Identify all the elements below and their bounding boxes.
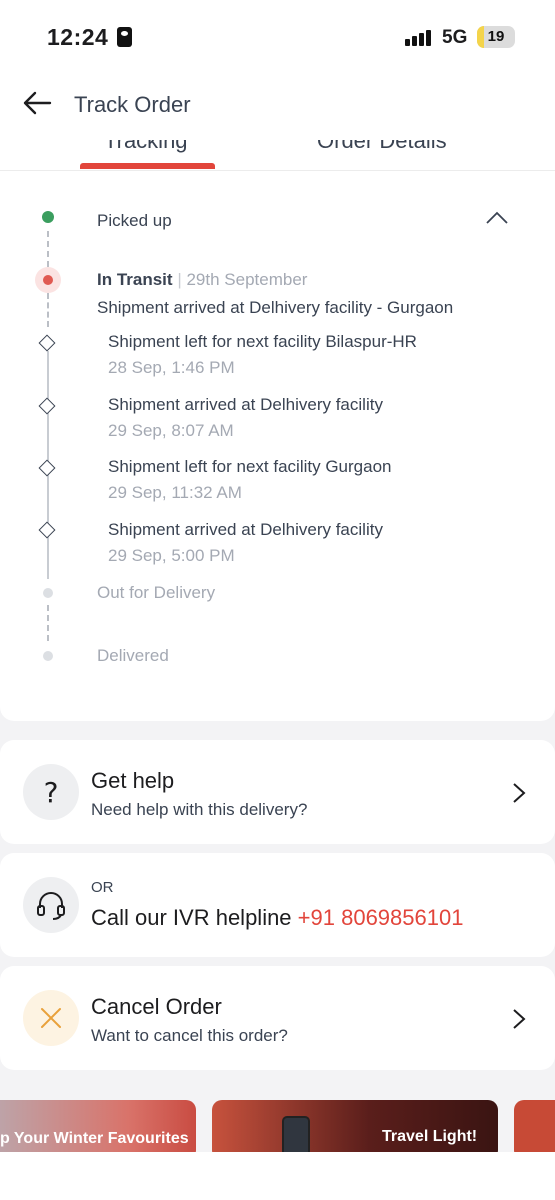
picked-up-dot (42, 211, 54, 223)
ivr-phone-link[interactable]: +91 8069856101 (298, 905, 464, 930)
in-transit-detail: Shipment arrived at Delhivery facility -… (97, 298, 454, 317)
delivered-label: Delivered (97, 646, 169, 665)
promo-banners: p Your Winter Favourites Travel Light! (0, 1100, 555, 1152)
banner-text: p Your Winter Favourites (0, 1130, 189, 1147)
timeline-connector (47, 605, 49, 641)
event-time: 29 Sep, 5:00 PM (108, 546, 235, 565)
out-for-delivery-dot (43, 588, 53, 598)
tab-bar: Tracking Order Details (0, 140, 555, 171)
chevron-right-icon (513, 1009, 526, 1029)
header: Track Order (0, 68, 555, 141)
event-time: 29 Sep, 11:32 AM (108, 483, 242, 502)
picked-up-label: Picked up (97, 211, 172, 230)
tab-order-details[interactable]: Order Details (317, 140, 447, 154)
chevron-right-icon (513, 783, 526, 803)
or-label: OR (91, 879, 114, 896)
tab-tracking[interactable]: Tracking (104, 140, 188, 154)
timeline-connector (47, 293, 49, 327)
event-text: Shipment arrived at Delhivery facility (108, 395, 383, 414)
active-tab-indicator (80, 163, 215, 169)
headset-icon (23, 877, 79, 933)
svg-text:?: ? (44, 776, 59, 809)
tracking-timeline: Picked up In Transit | 29th September Sh… (0, 171, 555, 721)
chevron-up-icon[interactable] (486, 211, 508, 225)
bottom-area (0, 1152, 555, 1200)
promo-banner[interactable]: p Your Winter Favourites (0, 1100, 196, 1152)
promo-banner[interactable]: Travel Light! (212, 1100, 498, 1152)
in-transit-dot (35, 267, 61, 293)
cancel-order-row[interactable]: Cancel Order Want to cancel this order? (0, 966, 555, 1070)
close-icon (23, 990, 79, 1046)
event-diamond-icon (38, 521, 56, 539)
ivr-helpline-row: OR Call our IVR helpline +91 8069856101 (0, 853, 555, 957)
status-bar: 12:24 5G 19 (0, 0, 555, 68)
suitcase-icon (282, 1116, 310, 1152)
event-text: Shipment arrived at Delhivery facility (108, 520, 383, 539)
back-arrow-icon[interactable] (22, 90, 52, 116)
event-diamond-icon (38, 459, 56, 477)
status-time: 12:24 (47, 24, 109, 50)
get-help-subtitle: Need help with this delivery? (91, 800, 308, 819)
network-type: 5G (442, 27, 468, 48)
in-transit-heading: In Transit | 29th September (97, 270, 307, 290)
ivr-line: Call our IVR helpline +91 8069856101 (91, 905, 463, 931)
cancel-order-title: Cancel Order (91, 994, 222, 1019)
timeline-connector (47, 231, 49, 267)
event-time: 28 Sep, 1:46 PM (108, 358, 235, 377)
question-icon: ? (23, 764, 79, 820)
delivered-dot (43, 651, 53, 661)
event-diamond-icon (38, 334, 56, 352)
event-text: Shipment left for next facility Bilaspur… (108, 332, 417, 351)
id-badge-icon (117, 27, 132, 47)
banner-text: Travel Light! (382, 1128, 478, 1145)
in-transit-label: In Transit (97, 270, 173, 289)
promo-banner[interactable] (514, 1100, 555, 1152)
page-title: Track Order (74, 92, 191, 117)
battery-level: 19 (487, 28, 505, 45)
cancel-order-subtitle: Want to cancel this order? (91, 1026, 288, 1045)
signal-icon (405, 28, 437, 46)
get-help-row[interactable]: ? Get help Need help with this delivery? (0, 740, 555, 844)
separator: | (177, 270, 182, 289)
event-time: 29 Sep, 8:07 AM (108, 421, 234, 440)
event-diamond-icon (38, 397, 56, 415)
ivr-label: Call our IVR helpline (91, 905, 292, 930)
get-help-title: Get help (91, 768, 175, 793)
out-for-delivery-label: Out for Delivery (97, 583, 216, 602)
battery-icon: 19 (477, 26, 515, 48)
in-transit-date: 29th September (186, 270, 308, 289)
event-text: Shipment left for next facility Gurgaon (108, 457, 392, 476)
